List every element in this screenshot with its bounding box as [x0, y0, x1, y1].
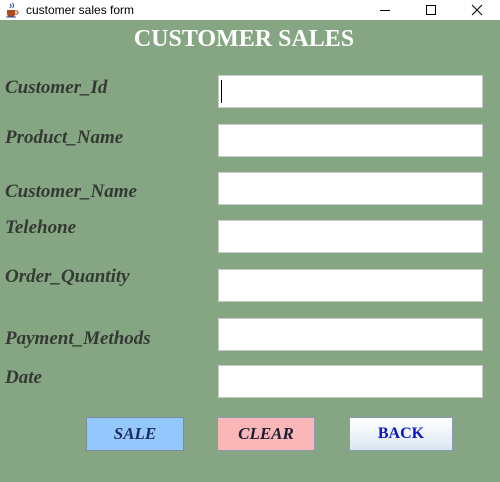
customer-id-field[interactable]: [218, 75, 483, 108]
text-cursor: [221, 80, 222, 103]
customer-name-field[interactable]: [218, 172, 483, 205]
minimize-icon: [380, 10, 390, 11]
telephone-field[interactable]: [218, 220, 483, 253]
close-icon: [471, 4, 483, 16]
minimize-button[interactable]: [362, 0, 408, 20]
date-label: Date: [5, 367, 42, 388]
product-name-label: Product_Name: [5, 127, 124, 148]
sale-button[interactable]: SALE: [86, 417, 184, 451]
close-button[interactable]: [454, 0, 500, 20]
window-title: customer sales form: [26, 3, 135, 17]
payment-methods-field[interactable]: [218, 318, 483, 351]
clear-button[interactable]: CLEAR: [217, 417, 315, 451]
payment-methods-label: Payment_Methods: [5, 328, 151, 349]
title-bar: customer sales form: [0, 0, 500, 20]
maximize-icon: [426, 5, 436, 15]
maximize-button[interactable]: [408, 0, 454, 20]
customer-id-label: Customer_Id: [5, 77, 108, 98]
telephone-label: Telehone: [5, 217, 77, 238]
customer-name-label: Customer_Name: [5, 181, 137, 202]
form-panel: CUSTOMER SALES Customer_Id Product_Name …: [0, 20, 500, 482]
form-heading: CUSTOMER SALES: [133, 26, 355, 52]
java-cup-icon: [4, 2, 20, 18]
order-quantity-label: Order_Quantity: [5, 266, 130, 287]
date-field[interactable]: [218, 365, 483, 398]
order-quantity-field[interactable]: [218, 269, 483, 302]
back-button[interactable]: BACK: [349, 417, 453, 451]
product-name-field[interactable]: [218, 124, 483, 157]
